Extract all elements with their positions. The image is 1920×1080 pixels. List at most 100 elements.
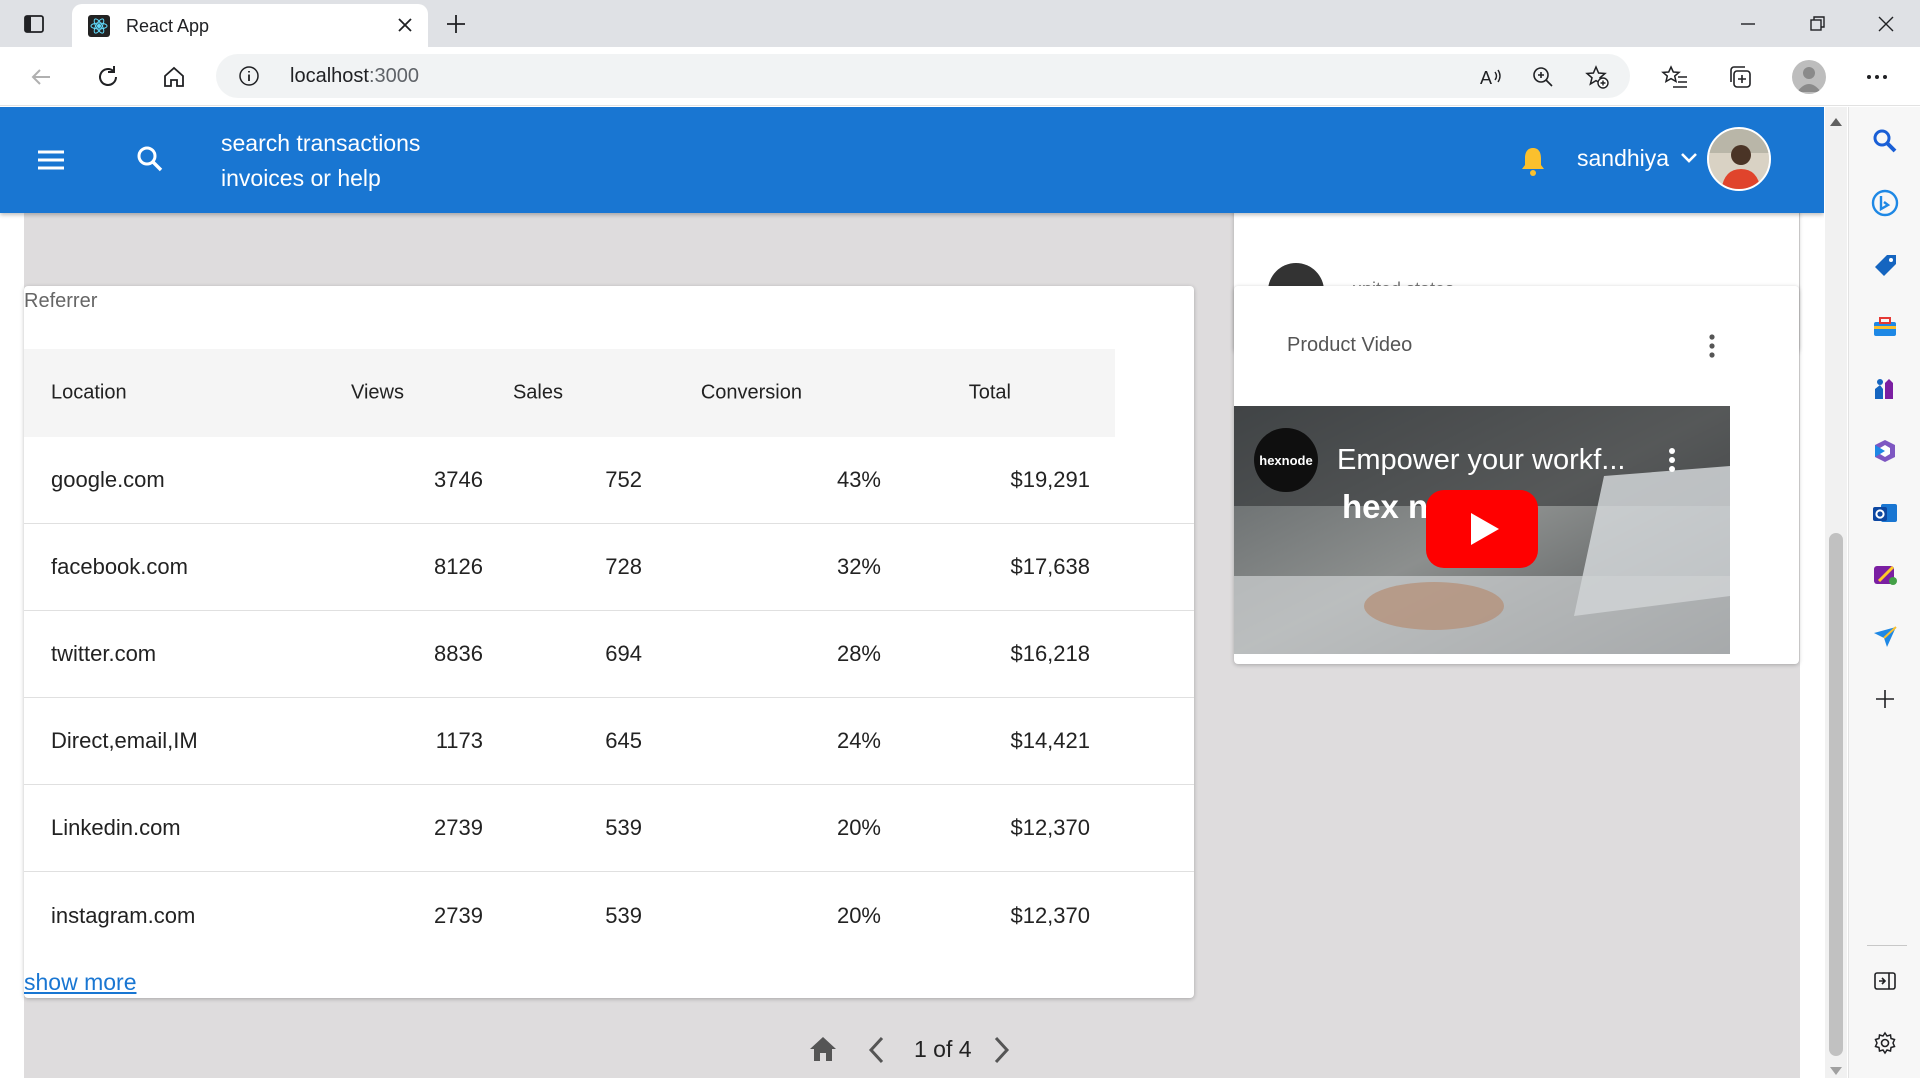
restore-icon[interactable]: [1805, 12, 1829, 36]
tab-title: React App: [126, 16, 210, 36]
column-header[interactable]: Views: [351, 382, 404, 405]
cell-sales: 539: [605, 902, 642, 928]
shopping-tag-icon[interactable]: [1869, 249, 1901, 281]
scroll-up-icon[interactable]: [1830, 113, 1842, 126]
channel-logo[interactable]: hexnode: [1254, 428, 1318, 492]
zoom-icon[interactable]: [1530, 64, 1556, 90]
cell-location: twitter.com: [51, 641, 157, 666]
back-icon[interactable]: [26, 62, 56, 92]
card-title: Referrer: [24, 290, 98, 312]
home-icon[interactable]: [159, 62, 189, 92]
video-title[interactable]: Empower your workf...: [1337, 444, 1625, 477]
tab-actions-icon[interactable]: [22, 12, 46, 36]
favorites-icon[interactable]: [1660, 62, 1690, 92]
card-title: Product Video: [1287, 334, 1413, 356]
referrer-card: Referrer Location Views Sales Conversion…: [24, 286, 1194, 998]
table-row: Linkedin.com 2739 539 20% $12,370: [24, 785, 1194, 872]
sidebar-divider: [1867, 945, 1907, 946]
cell-conversion: 20%: [836, 815, 881, 840]
sidebar-toggle-icon[interactable]: [1869, 965, 1901, 997]
read-aloud-icon[interactable]: A: [1478, 64, 1504, 90]
scroll-down-icon[interactable]: [1830, 1062, 1842, 1075]
scrollbar-thumb[interactable]: [1829, 533, 1843, 1056]
cell-views: 1173: [435, 728, 483, 753]
page-viewport: united states search transactions invoic…: [0, 107, 1824, 1078]
chevron-down-icon[interactable]: [1680, 151, 1698, 165]
search-input[interactable]: search transactions invoices or help: [221, 126, 420, 196]
cell-sales: 694: [605, 641, 642, 666]
cell-location: Direct,email,IM: [51, 728, 198, 753]
add-favorite-icon[interactable]: [1584, 64, 1610, 90]
cell-conversion: 32%: [836, 554, 881, 579]
chevron-right-icon[interactable]: [992, 1035, 1012, 1065]
cell-views: 8126: [434, 554, 483, 579]
cell-conversion: 28%: [836, 641, 881, 666]
new-tab-icon[interactable]: [444, 12, 468, 36]
video-more-icon[interactable]: [1668, 446, 1676, 474]
cell-location: Linkedin.com: [51, 815, 181, 840]
cell-views: 2739: [434, 902, 483, 928]
notification-bell-icon[interactable]: [1518, 145, 1548, 177]
add-icon[interactable]: [1869, 683, 1901, 715]
table-row: twitter.com 8836 694 28% $16,218: [24, 611, 1194, 698]
column-header[interactable]: Location: [51, 382, 127, 405]
column-header[interactable]: Sales: [513, 382, 563, 405]
cell-location: facebook.com: [51, 554, 188, 579]
play-icon[interactable]: [1426, 490, 1538, 568]
menu-icon[interactable]: [36, 148, 66, 172]
close-tab-icon[interactable]: [396, 16, 414, 34]
more-menu-icon[interactable]: [1862, 62, 1892, 92]
cell-total: $12,370: [1010, 815, 1090, 840]
table-row: instagram.com 2739 539 20% $12,370: [24, 872, 1194, 959]
designer-icon[interactable]: [1869, 559, 1901, 591]
page-scrollbar[interactable]: [1825, 107, 1847, 1078]
table-header: Location Views Sales Conversion Total: [24, 349, 1115, 437]
minimize-icon[interactable]: [1736, 12, 1760, 36]
tab-strip: React App: [0, 0, 1920, 47]
send-icon[interactable]: [1869, 621, 1901, 653]
user-avatar[interactable]: [1707, 127, 1771, 191]
settings-icon[interactable]: [1869, 1027, 1901, 1059]
edge-sidebar: [1848, 107, 1920, 1078]
search-icon[interactable]: [1869, 125, 1901, 157]
table-row: facebook.com 8126 728 32% $17,638: [24, 524, 1194, 611]
column-header[interactable]: Total: [969, 382, 1011, 405]
video-player[interactable]: hexnode Empower your workf... hex ndm: [1234, 406, 1730, 654]
cell-total: $17,638: [1010, 554, 1090, 579]
cell-conversion: 20%: [836, 902, 881, 928]
office-icon[interactable]: [1869, 435, 1901, 467]
cell-total: $12,370: [1010, 902, 1090, 928]
outlook-icon[interactable]: [1869, 497, 1901, 529]
browser-tab-active[interactable]: React App: [72, 4, 428, 47]
app-header: search transactions invoices or help san…: [0, 107, 1824, 213]
username[interactable]: sandhiya: [1577, 145, 1669, 172]
browser-toolbar: localhost:3000 A: [0, 47, 1920, 106]
search-icon[interactable]: [136, 145, 164, 173]
more-options-icon[interactable]: [1708, 332, 1716, 360]
home-icon[interactable]: [808, 1035, 838, 1063]
refresh-icon[interactable]: [93, 62, 123, 92]
cell-views: 2739: [434, 815, 483, 840]
games-icon[interactable]: [1869, 373, 1901, 405]
chevron-left-icon[interactable]: [866, 1035, 886, 1065]
react-logo-icon: [88, 15, 110, 37]
table-row: google.com 3746 752 43% $19,291: [24, 437, 1194, 524]
cell-total: $14,421: [1010, 728, 1090, 753]
cell-total: $16,218: [1010, 641, 1090, 666]
cell-conversion: 43%: [836, 467, 881, 492]
cell-sales: 539: [605, 815, 642, 840]
cell-total: $19,291: [1010, 467, 1090, 492]
show-more-link[interactable]: show more: [24, 969, 136, 996]
tools-icon[interactable]: [1869, 311, 1901, 343]
url-text: localhost:3000: [290, 65, 419, 87]
svg-text:A: A: [1480, 68, 1492, 88]
bing-icon[interactable]: [1869, 187, 1901, 219]
close-window-icon[interactable]: [1874, 12, 1898, 36]
collections-icon[interactable]: [1725, 62, 1755, 92]
address-bar[interactable]: localhost:3000 A: [216, 54, 1630, 98]
cell-sales: 645: [605, 728, 642, 753]
profile-avatar[interactable]: [1792, 60, 1826, 94]
column-header[interactable]: Conversion: [701, 382, 802, 405]
cell-sales: 752: [605, 467, 642, 492]
site-info-icon[interactable]: [238, 65, 260, 87]
